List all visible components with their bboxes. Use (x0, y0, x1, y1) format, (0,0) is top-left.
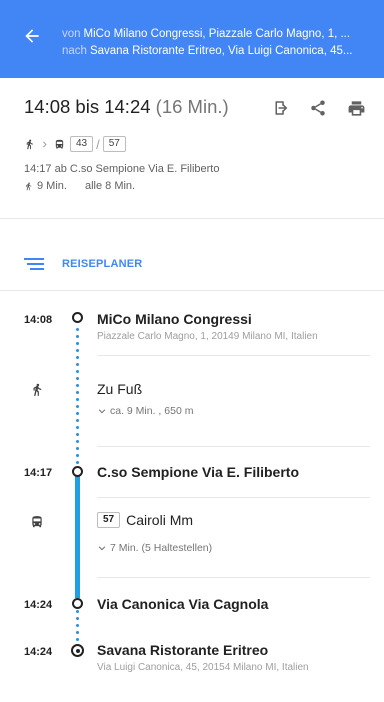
route-separator: / (96, 136, 100, 152)
share-icon (311, 100, 325, 116)
bus-icon (32, 516, 42, 528)
bus-step: 57 Cairoli Mm (97, 512, 193, 528)
print-button[interactable] (344, 96, 368, 120)
open-button[interactable] (268, 96, 292, 120)
frequency: alle 8 Min. (84, 180, 136, 192)
walk-frequency: 9 Min. alle 8 Min. (24, 180, 135, 192)
walk-icon (26, 139, 33, 149)
trip-planner-button[interactable]: REISEPLANER (24, 258, 142, 270)
stop3-time: 14:24 (24, 599, 53, 611)
walk-dot (76, 391, 79, 394)
bus-icon (55, 139, 64, 149)
walk-dot (76, 617, 79, 620)
walk-dot (76, 461, 79, 464)
destination-value: Savana Ristorante Eritreo, Via Luigi Can… (89, 45, 353, 57)
walk-dot (76, 433, 79, 436)
walk-dot (76, 363, 79, 366)
bus-step-details[interactable]: 7 Min. (5 Haltestellen) (97, 542, 212, 554)
walk-dot (76, 377, 79, 380)
trip-summary: 14:08 bis 14:24 (16 Min.) 43 / 57 14:17 … (0, 78, 384, 218)
stop4-time: 14:24 (24, 646, 53, 658)
transit-line-bar (75, 475, 80, 598)
destination-prefix: nach (62, 45, 87, 57)
walk-dot (76, 447, 79, 450)
walk-dot (76, 440, 79, 443)
stop-node (72, 598, 83, 609)
walk-step-label: Zu Fuß (97, 381, 143, 397)
bus-line-chip: 57 (97, 512, 121, 528)
walk-dot (76, 328, 79, 331)
walk-dot (76, 426, 79, 429)
walk-duration: 9 Min. (37, 180, 67, 192)
step-divider (97, 446, 370, 447)
route-chip-57: 57 (102, 136, 126, 152)
menu-lines-icon (24, 258, 44, 270)
walk-dot (76, 624, 79, 627)
step-divider (97, 355, 370, 356)
stop1-time: 14:08 (24, 314, 53, 326)
destination-node (71, 644, 84, 657)
walk-step-detail: ca. 9 Min. , 650 m (110, 405, 194, 417)
chevron-right-icon (43, 141, 47, 147)
route-line-summary: 43 / 57 (24, 136, 126, 152)
walk-dot (76, 342, 79, 345)
stop-node (72, 466, 83, 477)
bus-step-detail: 7 Min. (5 Haltestellen) (110, 542, 213, 554)
chevron-down-icon (98, 409, 106, 414)
print-icon (348, 100, 364, 116)
stop2-name[interactable]: C.so Sempione Via E. Filiberto (97, 464, 299, 480)
walk-icon (33, 383, 42, 396)
step-divider (97, 497, 370, 498)
stop1-address: Piazzale Carlo Magno, 1, 20149 Milano MI… (97, 331, 318, 342)
destination-field[interactable]: nach Savana Ristorante Eritreo, Via Luigi… (62, 45, 376, 57)
origin-value: MiCo Milano Congressi, Piazzale Carlo Ma… (83, 28, 351, 40)
arrow-back-icon (25, 29, 39, 43)
exit-icon (275, 101, 288, 115)
trip-planner-label: REISEPLANER (62, 258, 143, 270)
trip-actions (268, 96, 368, 120)
trip-duration: (16 Min.) (155, 96, 229, 117)
time-range: 14:08 bis 14:24 (24, 96, 151, 117)
walk-dot (76, 349, 79, 352)
directions-header: von MiCo Milano Congressi, Piazzale Carlo… (0, 0, 384, 78)
share-button[interactable] (306, 96, 330, 120)
walk-step-details[interactable]: ca. 9 Min. , 650 m (97, 405, 193, 417)
walk-dot (76, 454, 79, 457)
walk-dot (76, 631, 79, 634)
walk-icon (26, 181, 32, 190)
summary-divider (0, 218, 384, 219)
stop4-name[interactable]: Savana Ristorante Eritreo (97, 642, 268, 658)
walk-dot (76, 356, 79, 359)
walk-dot (76, 638, 79, 641)
origin-prefix: von (62, 28, 81, 40)
walk-dot (76, 398, 79, 401)
planner-divider (0, 290, 384, 291)
chevron-down-icon (98, 546, 106, 551)
stop4-address: Via Luigi Canonica, 45, 20154 Milano MI,… (97, 662, 309, 673)
stop-node (72, 312, 83, 323)
walk-dot (76, 412, 79, 415)
walk-dot (76, 370, 79, 373)
stop3-name[interactable]: Via Canonica Via Cagnola (97, 596, 268, 612)
walk-dot (76, 335, 79, 338)
trip-times: 14:08 bis 14:24 (16 Min.) (24, 96, 229, 118)
stop1-name[interactable]: MiCo Milano Congressi (97, 311, 252, 327)
origin-field[interactable]: von MiCo Milano Congressi, Piazzale Carlo… (62, 28, 376, 40)
step-divider (97, 577, 370, 578)
departure-info: 14:17 ab C.so Sempione Via E. Filiberto (24, 163, 220, 175)
walk-dot (76, 610, 79, 613)
back-button[interactable] (18, 22, 46, 50)
walk-dot (76, 419, 79, 422)
walk-dot (76, 405, 79, 408)
bus-destination: Cairoli Mm (126, 512, 194, 528)
walk-dot (76, 384, 79, 387)
stop2-time: 14:17 (24, 467, 53, 479)
route-chip-43: 43 (70, 136, 94, 152)
